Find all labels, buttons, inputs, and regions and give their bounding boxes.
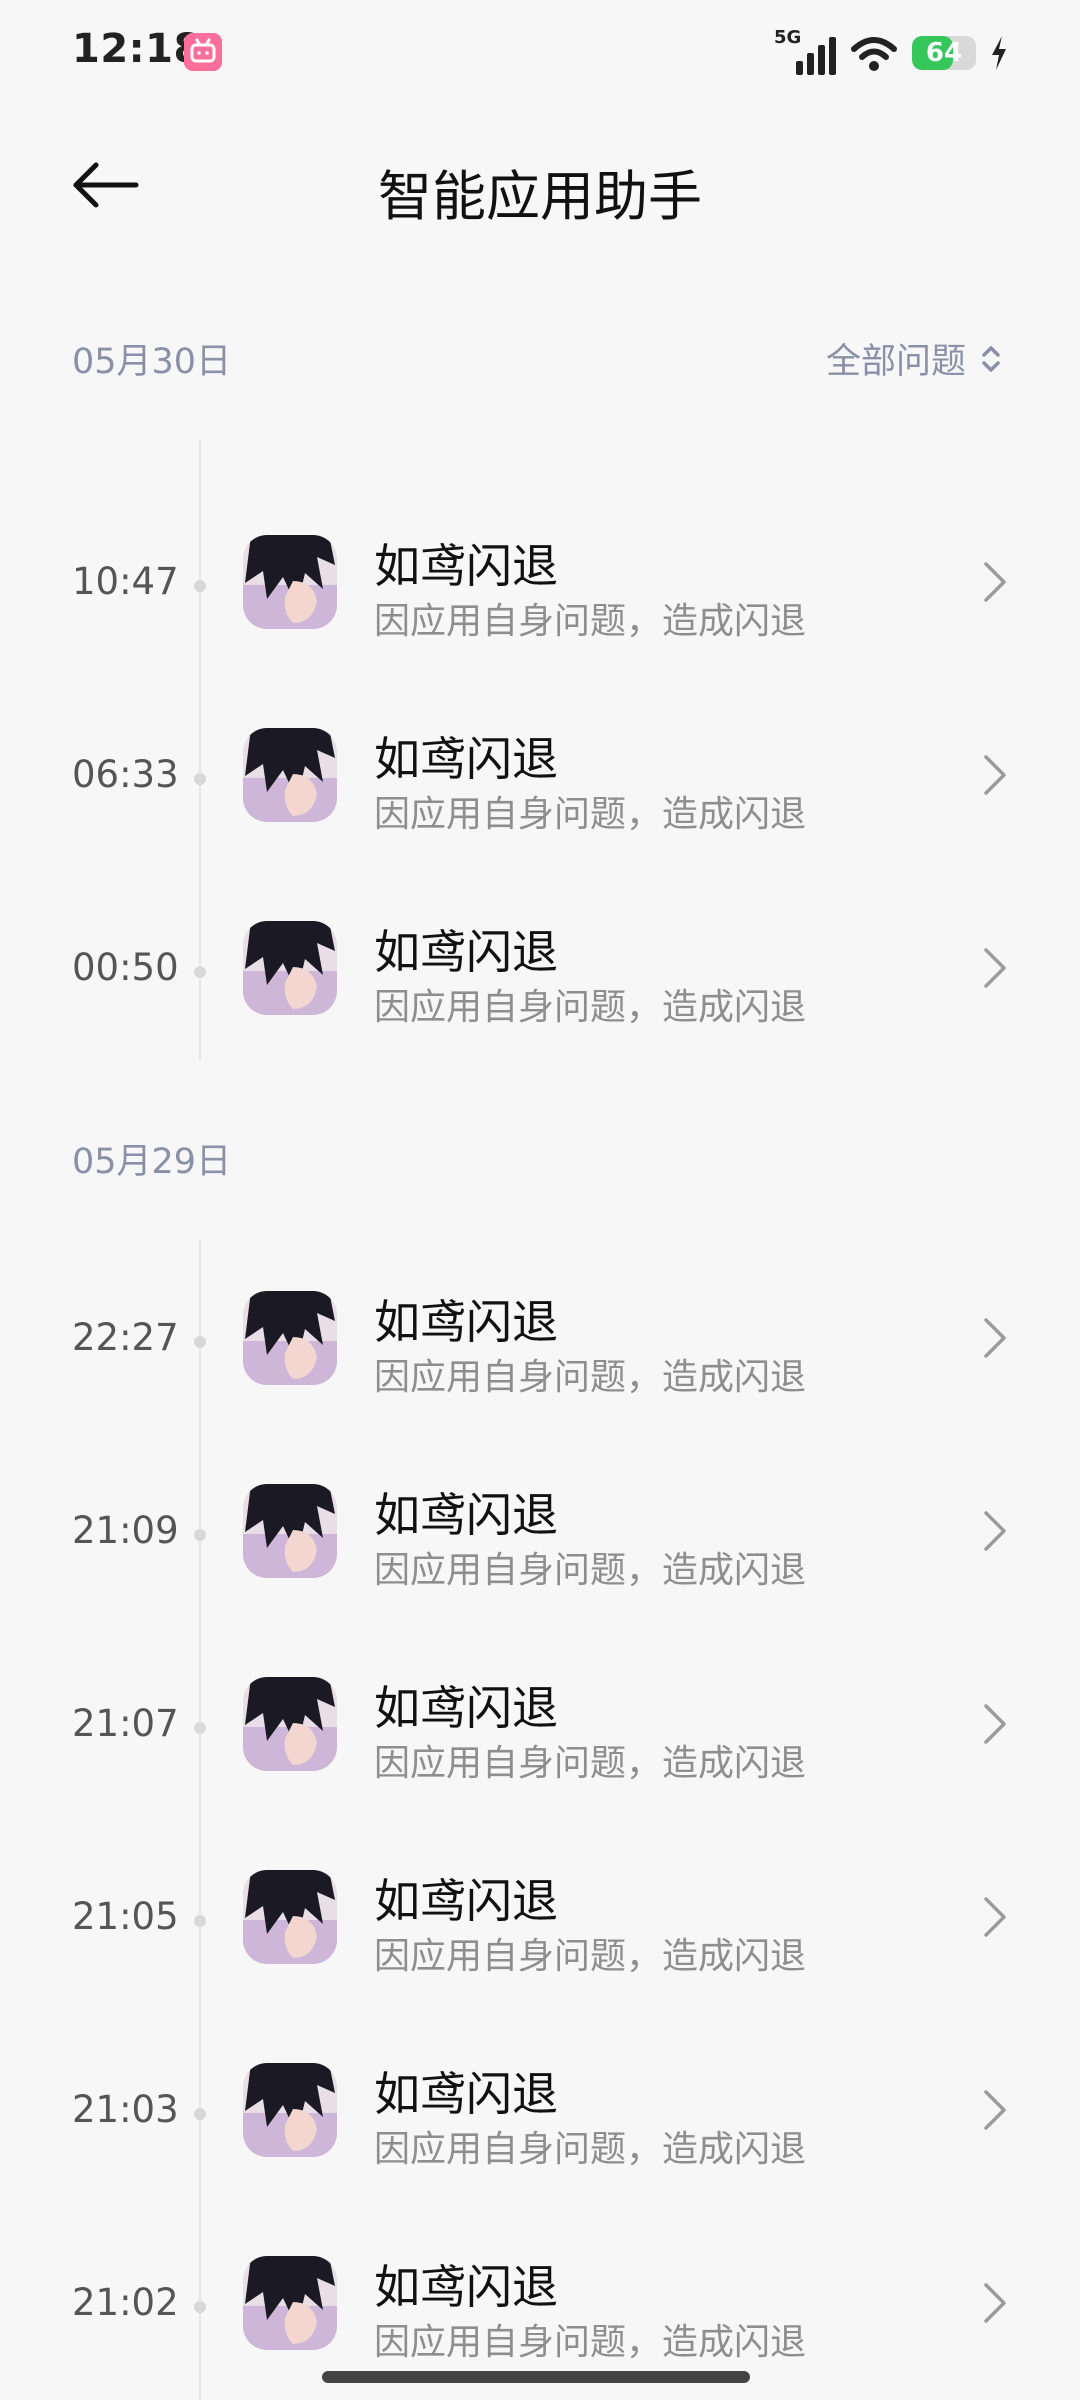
app-avatar-icon <box>243 921 337 1015</box>
timeline-dot <box>194 773 206 785</box>
item-time: 00:50 <box>72 946 179 989</box>
item-title: 如鸢闪退 <box>374 1681 558 1735</box>
item-title: 如鸢闪退 <box>374 539 558 593</box>
app-avatar-icon <box>243 535 337 629</box>
timeline-dot <box>194 2301 206 2313</box>
chevron-right-icon <box>984 2283 1006 2323</box>
charging-bolt-icon <box>992 36 1006 70</box>
app-avatar-icon <box>243 1870 337 1964</box>
chevron-right-icon <box>984 1897 1006 1937</box>
date-header: 05月29日 <box>0 1125 1080 1185</box>
timeline-dot <box>194 1722 206 1734</box>
item-title: 如鸢闪退 <box>374 1488 558 1542</box>
item-subtitle: 因应用自身问题，造成闪退 <box>374 2322 807 2363</box>
timeline-dot <box>194 1336 206 1348</box>
list-item[interactable]: 21:07 如鸢闪退 因应用自身问题，造成闪退 <box>0 1628 1080 1820</box>
chevron-right-icon <box>984 1511 1006 1551</box>
chevron-right-icon <box>984 1704 1006 1744</box>
list-item[interactable]: 10:47 如鸢闪退 因应用自身问题，造成闪退 <box>0 486 1080 678</box>
timeline-dot <box>194 1915 206 1927</box>
list-item[interactable]: 06:33 如鸢闪退 因应用自身问题，造成闪退 <box>0 679 1080 871</box>
battery-icon: 64 <box>912 36 976 70</box>
list-item[interactable]: 21:03 如鸢闪退 因应用自身问题，造成闪退 <box>0 2014 1080 2206</box>
item-subtitle: 因应用自身问题，造成闪退 <box>374 1936 807 1977</box>
section-date: 05月29日 <box>72 1142 232 1182</box>
item-subtitle: 因应用自身问题，造成闪退 <box>374 794 807 835</box>
item-subtitle: 因应用自身问题，造成闪退 <box>374 987 807 1028</box>
page-header: 智能应用助手 <box>0 120 1080 250</box>
timeline-dot <box>194 966 206 978</box>
page-title: 智能应用助手 <box>378 165 702 228</box>
item-title: 如鸢闪退 <box>374 925 558 979</box>
battery-level-text: 64 <box>925 38 963 68</box>
app-avatar-icon <box>243 1484 337 1578</box>
timeline-dot <box>194 580 206 592</box>
timeline-dot <box>194 1529 206 1541</box>
cellular-signal-icon: 5G <box>774 27 836 75</box>
item-subtitle: 因应用自身问题，造成闪退 <box>374 2129 807 2170</box>
app-avatar-icon <box>243 1677 337 1771</box>
item-time: 21:02 <box>72 2281 179 2324</box>
section-date: 05月30日 <box>72 342 232 382</box>
chevron-right-icon <box>984 755 1006 795</box>
item-title: 如鸢闪退 <box>374 1295 558 1349</box>
item-time: 21:09 <box>72 1509 179 1552</box>
list-item[interactable]: 21:05 如鸢闪退 因应用自身问题，造成闪退 <box>0 1821 1080 2013</box>
item-title: 如鸢闪退 <box>374 1874 558 1928</box>
item-subtitle: 因应用自身问题，造成闪退 <box>374 1550 807 1591</box>
wifi-icon <box>851 37 897 71</box>
bilibili-notification-icon <box>184 33 222 71</box>
status-time: 12:18 <box>72 26 202 72</box>
item-time: 22:27 <box>72 1316 179 1359</box>
item-time: 21:03 <box>72 2088 179 2131</box>
list-item[interactable]: 22:27 如鸢闪退 因应用自身问题，造成闪退 <box>0 1242 1080 1434</box>
app-avatar-icon <box>243 2063 337 2157</box>
date-header: 05月30日 全部问题 <box>0 325 1080 385</box>
item-subtitle: 因应用自身问题，造成闪退 <box>374 1743 807 1784</box>
filter-label: 全部问题 <box>825 342 966 382</box>
item-title: 如鸢闪退 <box>374 2260 558 2314</box>
app-avatar-icon <box>243 728 337 822</box>
app-avatar-icon <box>243 1291 337 1385</box>
status-bar: 12:18 5G 64 <box>0 0 1080 100</box>
chevron-right-icon <box>984 562 1006 602</box>
item-subtitle: 因应用自身问题，造成闪退 <box>374 1357 807 1398</box>
timeline-dot <box>194 2108 206 2120</box>
sort-arrows-icon <box>982 345 1000 372</box>
chevron-right-icon <box>984 1318 1006 1358</box>
filter-dropdown[interactable]: 全部问题 <box>826 333 1002 384</box>
item-time: 21:07 <box>72 1702 179 1745</box>
item-title: 如鸢闪退 <box>374 732 558 786</box>
item-time: 06:33 <box>72 753 179 796</box>
item-time: 21:05 <box>72 1895 179 1938</box>
item-title: 如鸢闪退 <box>374 2067 558 2121</box>
item-time: 10:47 <box>72 560 179 603</box>
list-item[interactable]: 00:50 如鸢闪退 因应用自身问题，造成闪退 <box>0 872 1080 1064</box>
home-indicator[interactable] <box>322 2371 750 2383</box>
app-avatar-icon <box>243 2256 337 2350</box>
list-item[interactable]: 21:09 如鸢闪退 因应用自身问题，造成闪退 <box>0 1435 1080 1627</box>
chevron-right-icon <box>984 2090 1006 2130</box>
chevron-right-icon <box>984 948 1006 988</box>
item-subtitle: 因应用自身问题，造成闪退 <box>374 601 807 642</box>
